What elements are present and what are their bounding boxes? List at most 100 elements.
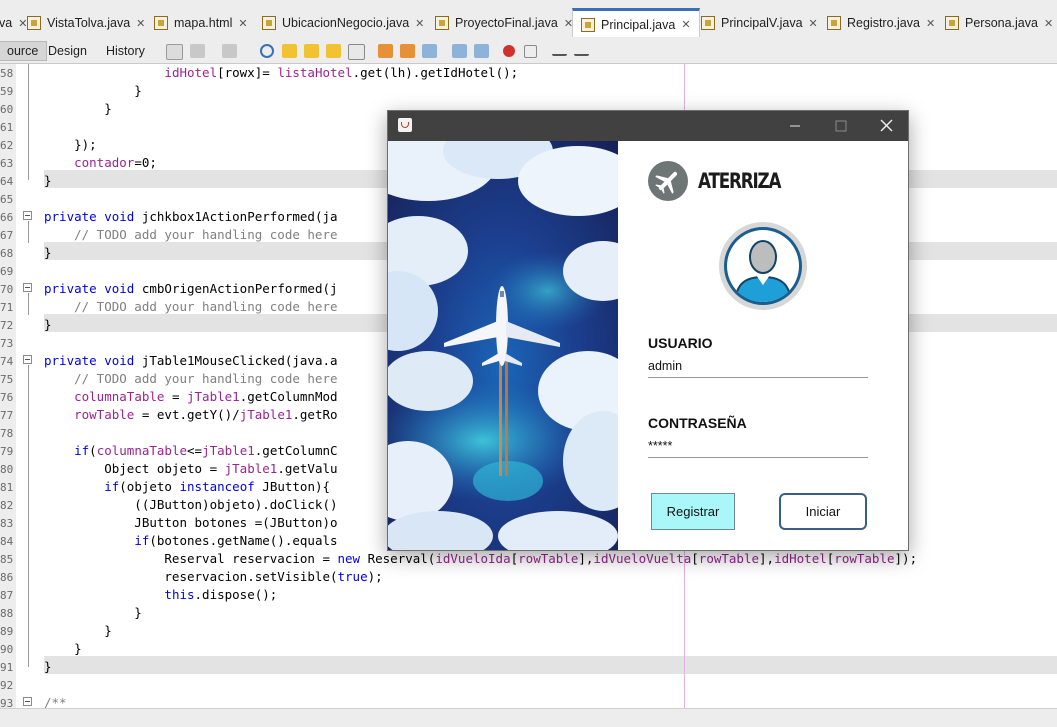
code-line[interactable]: 66 private void jchkbox1ActionPerformed(j… bbox=[0, 208, 338, 226]
code-line[interactable]: 82 ((JButton)objeto).doClick() bbox=[0, 496, 338, 514]
tab-proyectofinal[interactable]: ProyectoFinal.java ✕ bbox=[435, 10, 573, 36]
close-button[interactable] bbox=[864, 111, 910, 141]
tab-principal[interactable]: Principal.java ✕ bbox=[572, 8, 700, 38]
tab-persona[interactable]: Persona.java ✕ bbox=[945, 10, 1053, 36]
highlight-icon[interactable] bbox=[348, 44, 365, 60]
code-line[interactable]: 80 Object objeto = jTable1.getValu bbox=[0, 460, 338, 478]
code-text: Object objeto = jTable1.getValu bbox=[44, 461, 338, 476]
code-line[interactable]: 86 reservacion.setVisible(true); bbox=[0, 568, 383, 586]
code-line[interactable]: 76 columnaTable = jTable1.getColumnMod bbox=[0, 388, 338, 406]
find-icon[interactable] bbox=[260, 44, 274, 58]
line-number: 71 bbox=[0, 301, 14, 314]
code-line[interactable]: 64} bbox=[0, 172, 52, 190]
next-bookmark-icon[interactable] bbox=[400, 44, 415, 58]
register-button[interactable]: Registrar bbox=[651, 493, 735, 530]
code-line[interactable]: 68} bbox=[0, 244, 52, 262]
code-line[interactable]: 84 if(botones.getName().equals bbox=[0, 532, 338, 550]
code-line[interactable]: 67 // TODO add your handling code here bbox=[0, 226, 338, 244]
fold-toggle-icon[interactable] bbox=[23, 355, 32, 364]
maximize-button[interactable] bbox=[818, 111, 864, 141]
code-line[interactable]: 89 } bbox=[0, 622, 112, 640]
code-line[interactable]: 62 }); bbox=[0, 136, 97, 154]
tab-label: ProyectoFinal.java bbox=[455, 16, 558, 30]
tab-label: VistaTolva.java bbox=[47, 16, 131, 30]
code-line[interactable]: 74 private void jTable1MouseClicked(java.… bbox=[0, 352, 338, 370]
code-text: } bbox=[44, 245, 52, 260]
fold-toggle-icon[interactable] bbox=[23, 211, 32, 220]
line-number: 77 bbox=[0, 409, 14, 422]
code-line[interactable]: 71 // TODO add your handling code here bbox=[0, 298, 338, 316]
close-icon[interactable]: ✕ bbox=[926, 17, 935, 30]
code-line[interactable]: 65 bbox=[0, 190, 13, 208]
close-icon[interactable]: ✕ bbox=[681, 18, 690, 31]
airplane-clouds-illustration bbox=[388, 141, 618, 550]
horizontal-scrollbar[interactable] bbox=[0, 708, 1057, 727]
login-button[interactable]: Iniciar bbox=[779, 493, 867, 530]
code-line[interactable]: 78 bbox=[0, 424, 13, 442]
find-previous-icon[interactable] bbox=[282, 44, 297, 58]
tab-registro[interactable]: Registro.java ✕ bbox=[827, 10, 935, 36]
code-line[interactable]: 77 rowTable = evt.getY()/jTable1.getRo bbox=[0, 406, 338, 424]
line-number: 86 bbox=[0, 571, 14, 584]
code-text: private void cmbOrigenActionPerformed(j bbox=[44, 281, 338, 296]
line-number: 63 bbox=[0, 157, 14, 170]
close-icon[interactable]: ✕ bbox=[1044, 17, 1053, 30]
close-icon[interactable]: ✕ bbox=[136, 17, 145, 30]
back-icon[interactable] bbox=[166, 44, 183, 60]
code-line[interactable]: 81 if(objeto instanceof JButton){ bbox=[0, 478, 330, 496]
code-line[interactable]: 93 /** bbox=[0, 694, 67, 708]
line-number: 79 bbox=[0, 445, 14, 458]
tab-vistatolva[interactable]: VistaTolva.java ✕ bbox=[27, 10, 145, 36]
last-edit-icon[interactable] bbox=[190, 44, 205, 58]
prev-bookmark-icon[interactable] bbox=[378, 44, 393, 58]
code-line[interactable]: 60 } bbox=[0, 100, 112, 118]
comment-icon[interactable] bbox=[552, 44, 567, 56]
password-field[interactable] bbox=[648, 435, 868, 458]
code-line[interactable]: 90 } bbox=[0, 640, 82, 658]
uncomment-icon[interactable] bbox=[574, 44, 589, 56]
code-line[interactable]: 88 } bbox=[0, 604, 142, 622]
line-number: 72 bbox=[0, 319, 14, 332]
code-line[interactable]: 91} bbox=[0, 658, 52, 676]
minimize-button[interactable] bbox=[772, 111, 818, 141]
code-line[interactable]: 61 bbox=[0, 118, 13, 136]
find-next-icon[interactable] bbox=[304, 44, 319, 58]
code-line[interactable]: 63 contador=0; bbox=[0, 154, 157, 172]
code-line[interactable]: 72} bbox=[0, 316, 52, 334]
code-line[interactable]: 73 bbox=[0, 334, 13, 352]
design-mode-button[interactable]: Design bbox=[48, 41, 87, 61]
code-line[interactable]: 70 private void cmbOrigenActionPerformed(… bbox=[0, 280, 338, 298]
tab-ubicacionnegocio[interactable]: UbicacionNegocio.java ✕ bbox=[262, 10, 424, 36]
shift-left-icon[interactable] bbox=[452, 44, 467, 58]
code-line[interactable]: 69 bbox=[0, 262, 13, 280]
history-mode-button[interactable]: History bbox=[106, 41, 145, 61]
close-icon[interactable]: ✕ bbox=[415, 17, 424, 30]
code-line[interactable]: 58 idHotel[rowx]= listaHotel.get(lh).get… bbox=[0, 64, 518, 82]
tab-principalv[interactable]: PrincipalV.java ✕ bbox=[701, 10, 818, 36]
code-line[interactable]: 83 JButton botones =(JButton)o bbox=[0, 514, 338, 532]
record-macro-icon[interactable] bbox=[503, 45, 515, 57]
shift-right-icon[interactable] bbox=[474, 44, 489, 58]
code-line[interactable]: 85 Reserval reservacion = new Reserval(i… bbox=[0, 550, 917, 568]
line-number: 82 bbox=[0, 499, 14, 512]
dialog-titlebar[interactable] bbox=[388, 111, 908, 141]
code-line[interactable]: 59 } bbox=[0, 82, 142, 100]
source-mode-button[interactable]: ource bbox=[0, 41, 48, 61]
code-text: } bbox=[44, 173, 52, 188]
find-selection-icon[interactable] bbox=[326, 44, 341, 58]
close-icon[interactable]: ✕ bbox=[238, 17, 247, 30]
fold-toggle-icon[interactable] bbox=[23, 697, 32, 706]
code-line[interactable]: 87 this.dispose(); bbox=[0, 586, 277, 604]
code-line[interactable]: 79 if(columnaTable<=jTable1.getColumnC r… bbox=[0, 442, 706, 460]
line-number: 91 bbox=[0, 661, 14, 674]
code-line[interactable]: 92 bbox=[0, 676, 13, 694]
forward-icon[interactable] bbox=[222, 44, 237, 58]
tab-va[interactable]: va ✕ bbox=[0, 10, 27, 36]
fold-toggle-icon[interactable] bbox=[23, 283, 32, 292]
stop-macro-icon[interactable] bbox=[524, 45, 537, 58]
code-line[interactable]: 75 // TODO add your handling code here bbox=[0, 370, 338, 388]
tab-mapa[interactable]: mapa.html ✕ bbox=[154, 10, 248, 36]
username-field[interactable] bbox=[648, 355, 868, 378]
toggle-bookmark-icon[interactable] bbox=[422, 44, 437, 58]
close-icon[interactable]: ✕ bbox=[809, 17, 818, 30]
